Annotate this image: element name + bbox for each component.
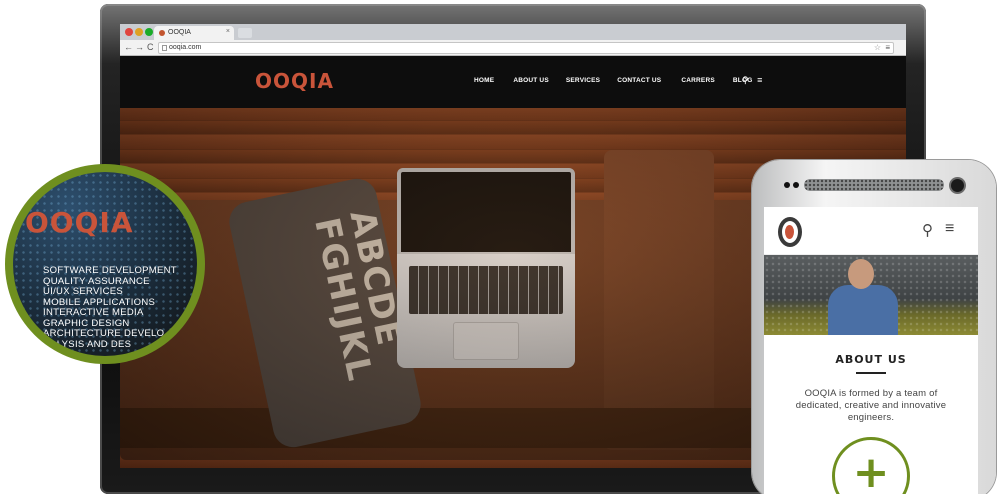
laptop-screen-graphic xyxy=(397,168,575,256)
bookmark-star-icon[interactable]: ☆ xyxy=(874,43,881,52)
showcase-stage: OOQIA × ← → C ooqia.com ☆ ≡ OOQIA HOME A… xyxy=(0,0,998,494)
site-nav: HOME ABOUT US SERVICES CONTACT US CARRER… xyxy=(474,77,752,84)
tab-title: OOQIA xyxy=(168,29,191,36)
laptop-trackpad-graphic xyxy=(453,322,519,360)
mobile-menu-icon[interactable]: ≡ xyxy=(945,220,954,238)
nav-carrers[interactable]: CARRERS xyxy=(681,77,715,84)
forward-icon[interactable]: → xyxy=(135,42,144,53)
search-icon[interactable]: ⚲ xyxy=(742,75,749,85)
person-head-graphic xyxy=(848,259,874,289)
laptop-keyboard-graphic xyxy=(409,266,563,314)
sofa-arm-graphic xyxy=(604,150,714,450)
services-badge: OOQIA SOFTWARE DEVELOPMENT QUALITY ASSUR… xyxy=(5,164,205,364)
mobile-search-icon[interactable]: ⚲ xyxy=(922,221,933,239)
minimize-window-icon[interactable] xyxy=(135,28,143,36)
tab-close-icon[interactable]: × xyxy=(226,28,230,35)
phone-sensor-icon xyxy=(793,182,799,188)
site-header: OOQIA HOME ABOUT US SERVICES CONTACT US … xyxy=(120,56,906,108)
back-icon[interactable]: ← xyxy=(124,42,133,53)
service-item: UI/UX SERVICES xyxy=(43,286,124,297)
browser-tab-strip: OOQIA × xyxy=(120,24,906,40)
laptop-base-graphic xyxy=(397,254,575,368)
address-bar-row: ← → C ooqia.com ☆ ≡ xyxy=(120,40,906,56)
service-item: INTERACTIVE MEDIA xyxy=(43,307,144,318)
url-field[interactable]: ooqia.com ☆ ≡ xyxy=(158,42,894,54)
phone-top-bezel xyxy=(752,160,996,206)
phone-sensor-icon xyxy=(784,182,790,188)
reload-icon[interactable]: C xyxy=(147,42,154,53)
about-us-text: OOQIA is formed by a team of dedicated, … xyxy=(795,388,947,423)
mobile-screen: ⚲ ≡ ABOUT US OOQIA is formed by a team o… xyxy=(764,207,978,494)
mobile-hero-image xyxy=(764,255,978,335)
person-body-graphic xyxy=(828,285,898,335)
service-item: NALYSIS AND DES xyxy=(43,338,132,350)
browser-menu-icon[interactable]: ≡ xyxy=(885,43,890,52)
url-text: ooqia.com xyxy=(169,44,202,51)
service-item: SOFTWARE DEVELOPMENT xyxy=(43,265,177,276)
services-list: SOFTWARE DEVELOPMENT QUALITY ASSURANCE U… xyxy=(43,265,177,350)
expand-plus-button[interactable]: + xyxy=(832,437,910,494)
header-icons: ⚲ ≡ xyxy=(742,75,762,86)
site-logo[interactable]: OOQIA xyxy=(255,69,334,93)
page-icon xyxy=(162,45,167,51)
nav-contact-us[interactable]: CONTACT US xyxy=(617,77,661,84)
nav-about-us[interactable]: ABOUT US xyxy=(513,77,549,84)
services-badge-inner: OOQIA SOFTWARE DEVELOPMENT QUALITY ASSUR… xyxy=(13,172,197,356)
mobile-logo-icon[interactable] xyxy=(778,217,802,247)
badge-logo: OOQIA xyxy=(25,206,134,239)
front-camera-icon xyxy=(951,179,964,192)
nav-services[interactable]: SERVICES xyxy=(566,77,600,84)
nav-home[interactable]: HOME xyxy=(474,77,494,84)
about-us-heading: ABOUT US xyxy=(835,353,907,366)
mobile-phone: ⚲ ≡ ABOUT US OOQIA is formed by a team o… xyxy=(752,160,996,494)
browser-tab[interactable]: OOQIA × xyxy=(154,26,234,40)
new-tab-button[interactable] xyxy=(238,28,252,38)
close-window-icon[interactable] xyxy=(125,28,133,36)
phone-speaker-grille xyxy=(804,179,944,191)
favicon-icon xyxy=(159,30,165,36)
heading-divider xyxy=(856,372,886,374)
service-item: ARCHITECTURE DEVELO xyxy=(43,328,165,339)
pillow-letters: ABCDE FGHIJKL xyxy=(306,206,410,386)
hamburger-menu-icon[interactable]: ≡ xyxy=(757,75,762,85)
mobile-header: ⚲ ≡ xyxy=(764,207,978,255)
pillow-graphic: ABCDE FGHIJKL xyxy=(225,175,425,451)
maximize-window-icon[interactable] xyxy=(145,28,153,36)
